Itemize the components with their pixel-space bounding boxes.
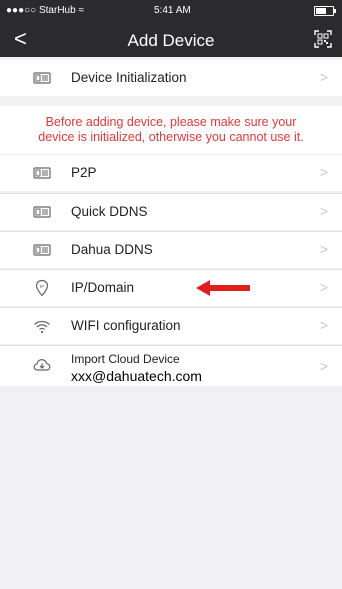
device-initialization-label: Device Initialization (71, 70, 187, 85)
chevron-right-icon: > (319, 164, 328, 180)
warning-line-2: device is initialized, otherwise you can… (38, 130, 304, 144)
dahua-ddns-label: Dahua DDNS (71, 242, 153, 257)
page-title: Add Device (127, 31, 215, 50)
dahua-ddns-item[interactable]: Dahua DDNS > (0, 232, 342, 268)
cloud-download-icon (33, 358, 51, 371)
red-arrow-annotation (196, 280, 250, 296)
p2p-item[interactable]: P2P > (0, 155, 342, 191)
carrier-text: ●●●○○ StarHub ≈ (6, 5, 84, 16)
svg-text:IP: IP (40, 284, 44, 289)
wifi-configuration-label: WIFI configuration (71, 318, 181, 333)
chevron-right-icon: > (319, 69, 328, 85)
p2p-label: P2P (71, 165, 97, 180)
device-icon (33, 244, 51, 256)
clock-text: 5:41 AM (154, 5, 191, 16)
chevron-right-icon: > (319, 241, 328, 257)
ip-domain-item[interactable]: IP IP/Domain > (0, 270, 342, 306)
device-initialization-item[interactable]: Device Initialization > (0, 60, 342, 96)
wifi-configuration-item[interactable]: WIFI configuration > (0, 308, 342, 344)
device-icon (33, 167, 51, 179)
quick-ddns-item[interactable]: Quick DDNS > (0, 194, 342, 230)
cloud-account-email: xxx@dahuatech.com (71, 368, 202, 384)
nav-bar: ●●●○○ StarHub ≈ 5:41 AM < Add Device (0, 0, 342, 57)
ip-icon: IP (35, 279, 49, 297)
warning-line-1: Before adding device, please make sure y… (45, 115, 297, 129)
import-cloud-device-label: Import Cloud Device (71, 352, 180, 366)
chevron-right-icon: > (319, 317, 328, 333)
quick-ddns-label: Quick DDNS (71, 204, 148, 219)
wifi-icon (34, 320, 50, 334)
qr-scan-icon[interactable] (314, 30, 332, 48)
status-bar: ●●●○○ StarHub ≈ 5:41 AM (0, 0, 342, 20)
chevron-right-icon: > (319, 203, 328, 219)
chevron-right-icon: > (319, 279, 328, 295)
initialization-warning: Before adding device, please make sure y… (0, 106, 342, 154)
device-icon (33, 72, 51, 84)
device-icon (33, 206, 51, 218)
chevron-right-icon: > (319, 358, 328, 374)
import-cloud-device-item[interactable]: Import Cloud Device xxx@dahuatech.com > (0, 346, 342, 386)
ip-domain-label: IP/Domain (71, 280, 135, 295)
battery-icon (314, 6, 336, 16)
